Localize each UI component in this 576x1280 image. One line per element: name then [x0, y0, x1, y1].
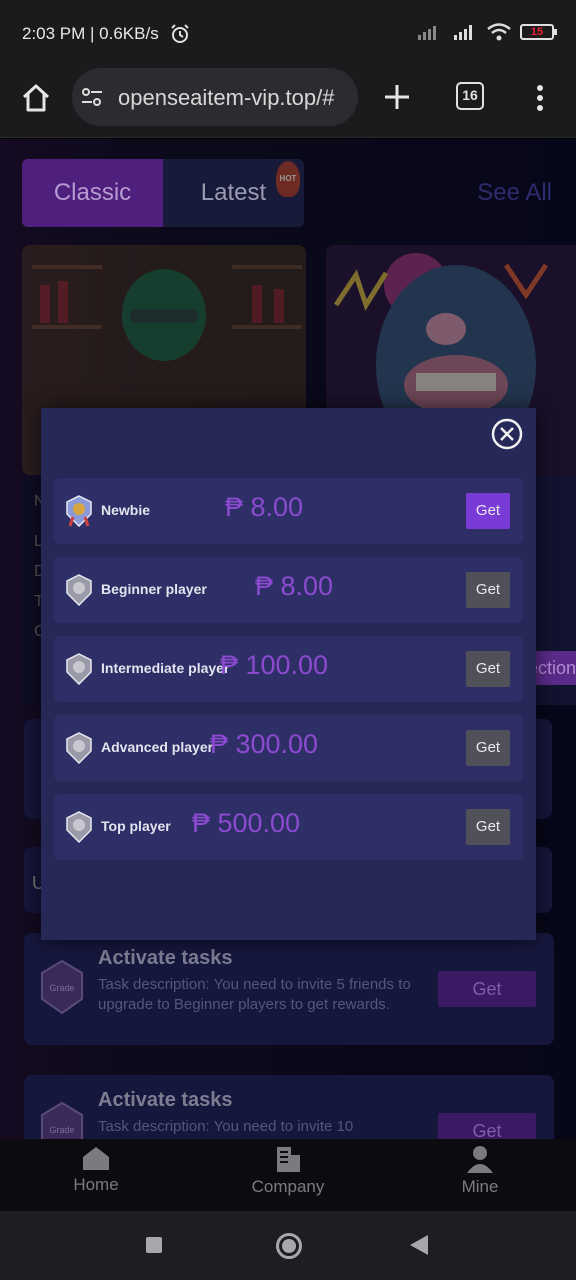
level-name: Newbie — [101, 502, 151, 518]
level-amount: ₱ 100.00 — [219, 650, 329, 680]
browser-toolbar: openseaitem-vip.top/# 16 — [0, 62, 576, 138]
back-button[interactable] — [410, 1235, 428, 1255]
level-name: Beginner player — [101, 581, 207, 597]
level-row: Beginner player ₱ 8.00 Get — [54, 557, 523, 623]
level-badge-icon — [66, 732, 92, 764]
close-circle-icon[interactable] — [491, 418, 523, 450]
task-get-button[interactable]: Get — [438, 1113, 536, 1139]
task-card: Grade Activate tasks Task description: Y… — [24, 933, 554, 1045]
signal-icon — [454, 25, 472, 40]
status-icons: 15 — [416, 22, 557, 42]
level-amount: ₱ 300.00 — [209, 729, 319, 759]
home-icon — [83, 1147, 109, 1170]
recents-button[interactable] — [146, 1237, 162, 1253]
task-description: Task description: You need to invite 5 f… — [98, 976, 411, 1013]
grade-badge-icon: Grade — [41, 959, 83, 1015]
level-get-button[interactable]: Get — [466, 572, 510, 608]
status-bar: 2:03 PM | 0.6KB/s 15 — [0, 0, 576, 62]
alarm-icon — [171, 24, 189, 43]
see-all-link[interactable]: See All — [477, 179, 552, 207]
grade-badge-icon: Grade — [41, 1101, 83, 1139]
task-get-button[interactable]: Get — [438, 971, 536, 1007]
tab-classic[interactable]: Classic — [22, 159, 163, 227]
signal-icon — [418, 26, 436, 40]
tune-icon[interactable] — [80, 86, 104, 108]
grade-badge-label: Grade — [49, 1125, 74, 1135]
url-bar[interactable]: openseaitem-vip.top/# — [72, 68, 358, 126]
person-icon — [467, 1146, 493, 1173]
level-badge-icon — [66, 811, 92, 843]
more-vert-icon[interactable] — [530, 80, 550, 116]
system-navigation — [0, 1211, 576, 1280]
level-amount: ₱ 8.00 — [254, 571, 334, 601]
level-rewards-modal: Newbie ₱ 8.00 Get Beginner player ₱ 8.00 Get I… — [41, 408, 536, 940]
category-tabs: Classic Latest — [22, 159, 304, 227]
nav-label: Company — [251, 1177, 325, 1196]
nav-home[interactable]: Home — [36, 1145, 156, 1195]
nav-company[interactable]: Company — [228, 1145, 348, 1197]
level-get-button[interactable]: Get — [466, 651, 510, 687]
level-badge-icon — [66, 653, 92, 685]
new-tab-button[interactable] — [380, 80, 414, 114]
hot-badge: HOT — [276, 161, 300, 197]
grade-badge-label: Grade — [49, 983, 74, 993]
nav-label: Home — [73, 1175, 119, 1194]
building-icon — [277, 1147, 300, 1172]
level-get-button[interactable]: Get — [466, 493, 510, 529]
level-amount: ₱ 8.00 — [224, 492, 304, 522]
task-description: Task description: You need to invite 10 — [98, 1118, 354, 1135]
nav-mine[interactable]: Mine — [420, 1145, 540, 1197]
status-time: 2:03 PM | 0.6KB/s — [22, 24, 159, 43]
level-amount: ₱ 500.00 — [191, 808, 301, 838]
task-title: Activate tasks — [98, 1089, 233, 1111]
level-badge-icon — [66, 495, 92, 527]
level-row: Top player ₱ 500.00 Get — [54, 794, 523, 860]
system-home-button[interactable] — [276, 1233, 302, 1259]
level-get-button[interactable]: Get — [466, 730, 510, 766]
level-row: Advanced player ₱ 300.00 Get — [54, 715, 523, 781]
nav-label: Mine — [461, 1177, 499, 1196]
wifi-icon — [487, 23, 511, 41]
battery-icon: 15 — [520, 24, 557, 40]
browser-home-button[interactable] — [18, 80, 54, 116]
level-badge-icon — [66, 574, 92, 606]
tabs-button[interactable]: 16 — [456, 82, 484, 110]
task-title: Activate tasks — [98, 947, 233, 969]
level-row: Newbie ₱ 8.00 Get — [54, 478, 523, 544]
level-row: Intermediate player ₱ 100.00 Get — [54, 636, 523, 702]
level-get-button[interactable]: Get — [466, 809, 510, 845]
bottom-navigation: Home Company Mine — [0, 1139, 576, 1211]
url-text[interactable]: openseaitem-vip.top/# — [118, 85, 334, 111]
task-card: Grade Activate tasks Task description: Y… — [24, 1075, 554, 1139]
